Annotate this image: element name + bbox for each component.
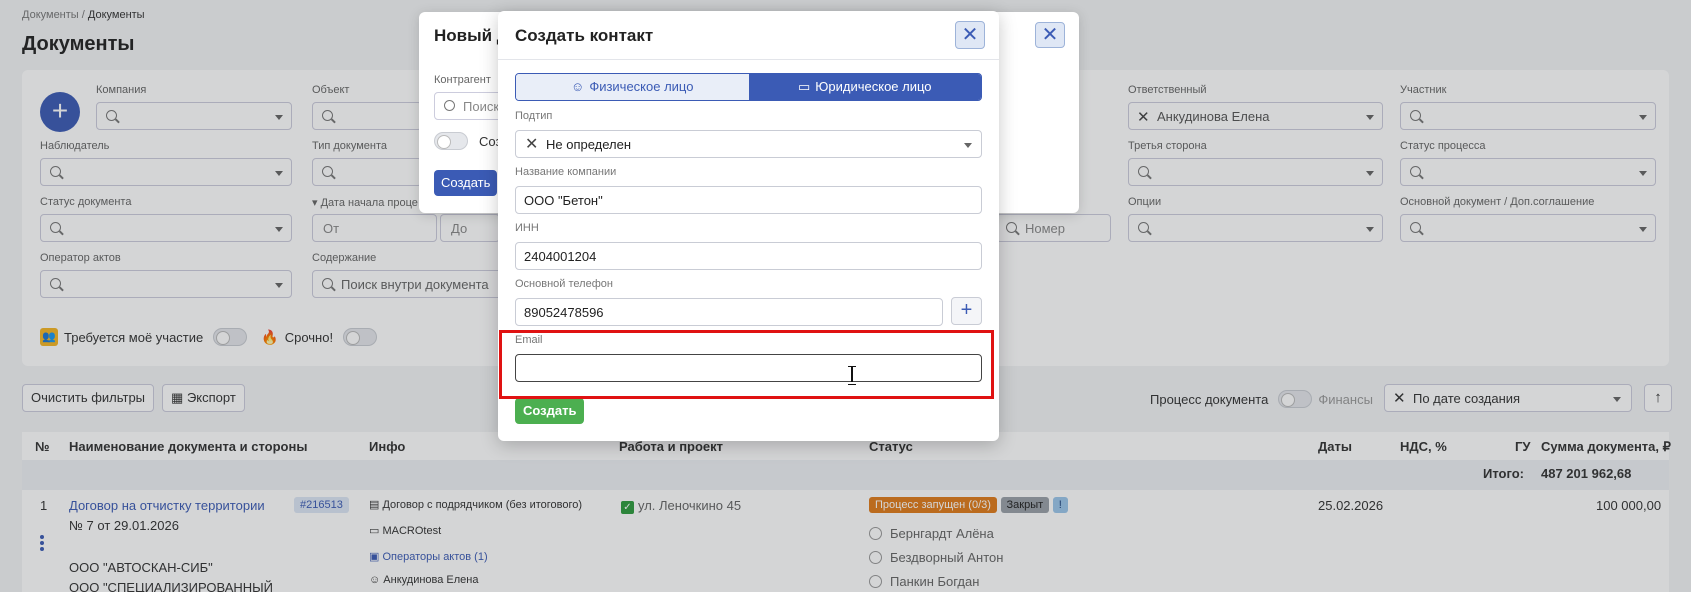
tab-company[interactable]: ▭ Юридическое лицо bbox=[748, 74, 981, 100]
tab-person[interactable]: ☺ Физическое лицо bbox=[516, 74, 749, 100]
close-icon: ✕ bbox=[1041, 24, 1059, 46]
close-icon: ✕ bbox=[961, 24, 979, 46]
subtype-field: Подтип ✕ Не определен bbox=[515, 110, 982, 158]
user-icon: ☺ bbox=[571, 79, 585, 94]
text-cursor-icon bbox=[848, 366, 856, 385]
briefcase-icon: ▭ bbox=[797, 79, 811, 94]
add-phone-button[interactable]: + bbox=[951, 297, 982, 325]
email-highlight bbox=[499, 330, 994, 399]
create-toggle[interactable] bbox=[434, 132, 468, 150]
back-modal-close-button[interactable]: ✕ bbox=[1035, 22, 1065, 48]
modal-header: Создать контакт ✕ bbox=[498, 11, 999, 60]
subtype-select[interactable]: ✕ Не определен bbox=[515, 130, 982, 158]
inn-field: ИНН 2404001204 bbox=[515, 222, 982, 270]
create-button[interactable]: Создать bbox=[515, 398, 585, 424]
contact-type-switch: ☺ Физическое лицо ▭ Юридическое лицо bbox=[515, 73, 982, 101]
inn-input[interactable]: 2404001204 bbox=[515, 242, 982, 270]
phone-field: Основной телефон 89052478596 bbox=[515, 278, 943, 326]
company-name-field: Название компании ООО "Бетон" bbox=[515, 166, 982, 214]
phone-input[interactable]: 89052478596 bbox=[515, 298, 943, 326]
chevron-down-icon bbox=[964, 143, 972, 148]
back-create-button[interactable]: Создать bbox=[434, 170, 498, 196]
plus-icon: + bbox=[960, 299, 973, 321]
modal-title: Создать контакт bbox=[515, 26, 654, 45]
company-name-input[interactable]: ООО "Бетон" bbox=[515, 186, 982, 214]
search-icon bbox=[444, 100, 455, 111]
close-button[interactable]: ✕ bbox=[955, 21, 985, 49]
clear-icon[interactable]: ✕ bbox=[525, 134, 538, 154]
